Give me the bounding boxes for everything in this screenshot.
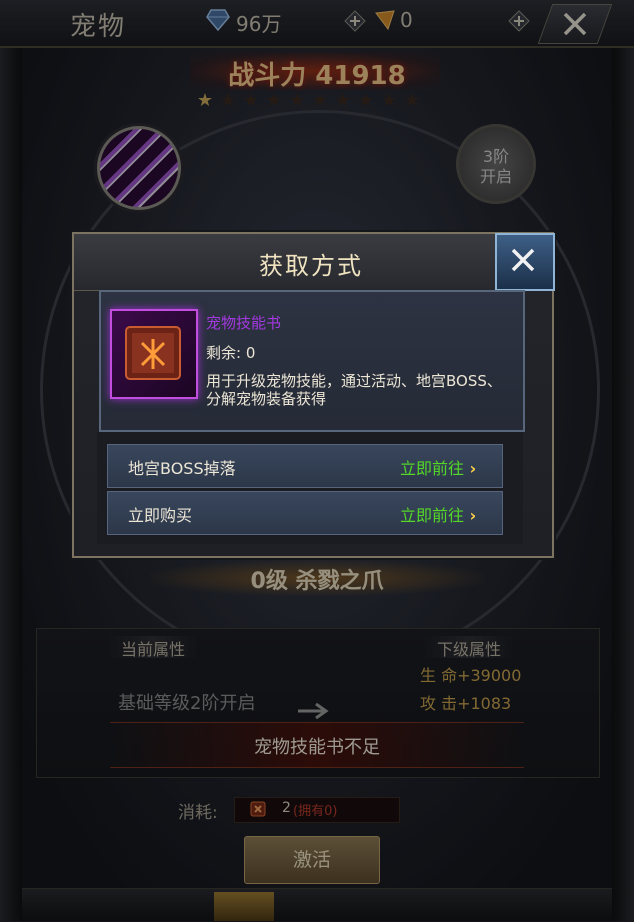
close-icon xyxy=(511,248,535,272)
dialog-close-button[interactable] xyxy=(495,233,555,291)
option-label-buy: 立即购买 xyxy=(128,506,193,525)
item-slot xyxy=(110,309,198,399)
skill-book-icon xyxy=(125,326,181,380)
item-description: 用于升级宠物技能，通过活动、地宫BOSS、分解宠物装备获得 xyxy=(206,372,502,408)
chevron-right-icon: › xyxy=(464,459,477,478)
option-go-label: 立即前往 xyxy=(400,506,465,525)
option-label-boss-drop: 地宫BOSS掉落 xyxy=(128,459,236,478)
item-name: 宠物技能书 xyxy=(206,314,282,332)
chevron-right-icon: › xyxy=(464,506,477,525)
option-go-boss-drop[interactable]: 立即前往 › xyxy=(400,455,476,479)
option-go-buy[interactable]: 立即前往 › xyxy=(400,502,476,526)
item-remaining: 剩余: 0 xyxy=(206,344,256,362)
option-go-label: 立即前往 xyxy=(400,459,465,478)
dialog-title: 获取方式 xyxy=(259,252,363,280)
